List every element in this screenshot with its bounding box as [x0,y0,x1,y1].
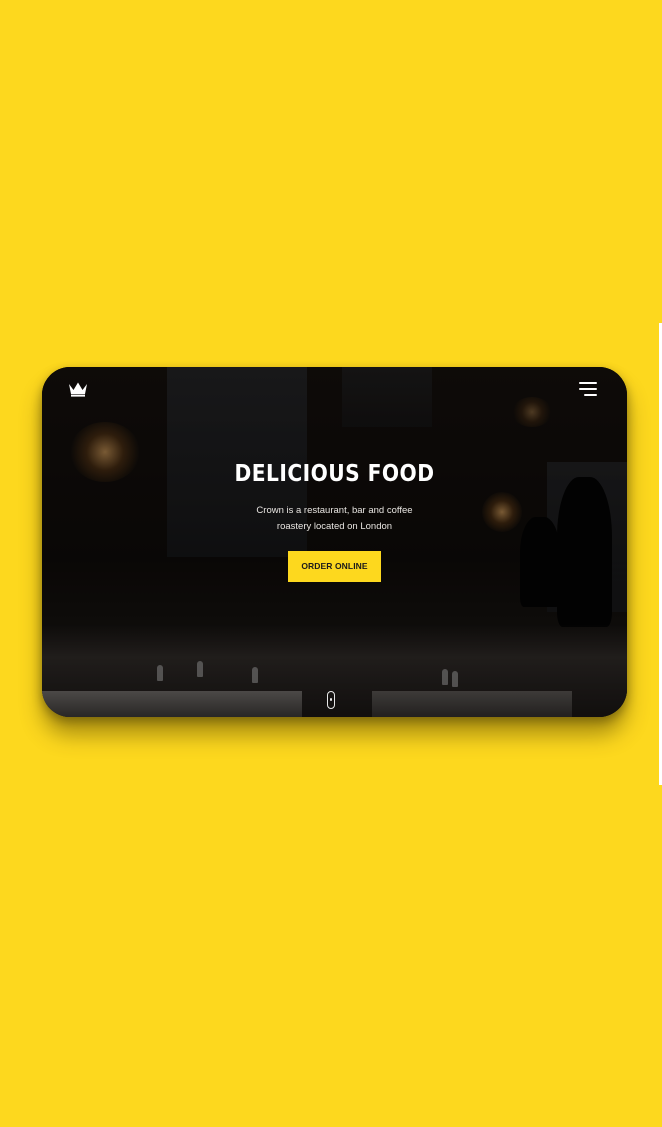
crown-icon[interactable] [68,381,88,397]
hero-section: DELICIOUS FOOD Crown is a restaurant, ba… [42,457,627,582]
device-mockup: DELICIOUS FOOD Crown is a restaurant, ba… [42,367,627,717]
mouse-scroll-icon[interactable] [327,691,335,709]
hamburger-menu-icon[interactable] [577,381,597,397]
page-background: DELICIOUS FOOD Crown is a restaurant, ba… [0,0,662,1127]
hero-subtitle: Crown is a restaurant, bar and coffee ro… [256,505,413,532]
hero-title: DELICIOUS FOOD [234,461,435,487]
order-online-button[interactable]: ORDER ONLINE [288,551,381,582]
